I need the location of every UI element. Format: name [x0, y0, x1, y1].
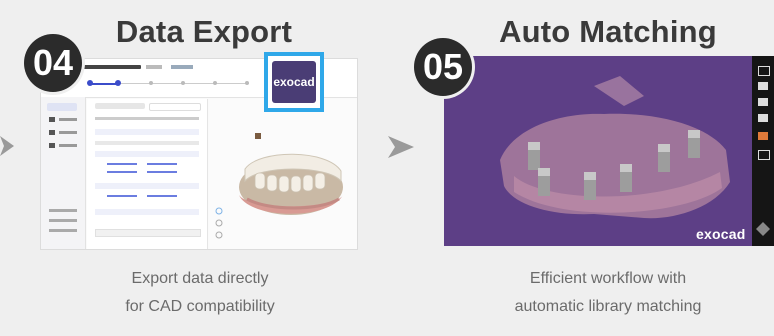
tool-icon[interactable]: [758, 82, 768, 90]
exocad-brand: exocad: [696, 226, 746, 242]
caption-line: Efficient workflow with: [529, 270, 687, 287]
tool-icon[interactable]: [758, 66, 770, 76]
step-number-badge: 04: [24, 34, 82, 92]
auto-matching-screenshot: exocad: [444, 56, 774, 246]
step-number-badge: 05: [414, 38, 472, 96]
3d-viewport: [209, 99, 357, 249]
caption-line: automatic library matching: [514, 298, 702, 315]
step-title: Data Export: [115, 14, 293, 49]
tool-icon[interactable]: [758, 132, 768, 140]
implant-model-render: [500, 76, 730, 219]
step-caption: Efficient workflow with automatic librar…: [470, 265, 746, 321]
tool-icon[interactable]: [758, 98, 768, 106]
toolbar: [752, 56, 774, 246]
step-title: Auto Matching: [499, 14, 717, 49]
step-caption: Export data directly for CAD compatibili…: [70, 265, 330, 321]
settings-panel: [87, 99, 208, 249]
exocad-logo-highlight: exocad: [264, 52, 324, 112]
tool-icon[interactable]: [756, 222, 770, 236]
tool-icon[interactable]: [758, 114, 768, 122]
arrow-right-icon: [388, 136, 414, 158]
caption-line: Export data directly: [131, 270, 269, 287]
sidebar: [41, 97, 86, 249]
tool-icon[interactable]: [758, 150, 770, 160]
dental-model-render: [215, 133, 343, 239]
arrow-right-icon: [0, 136, 14, 156]
exocad-logo: exocad: [272, 61, 316, 103]
caption-line: for CAD compatibility: [125, 298, 275, 315]
